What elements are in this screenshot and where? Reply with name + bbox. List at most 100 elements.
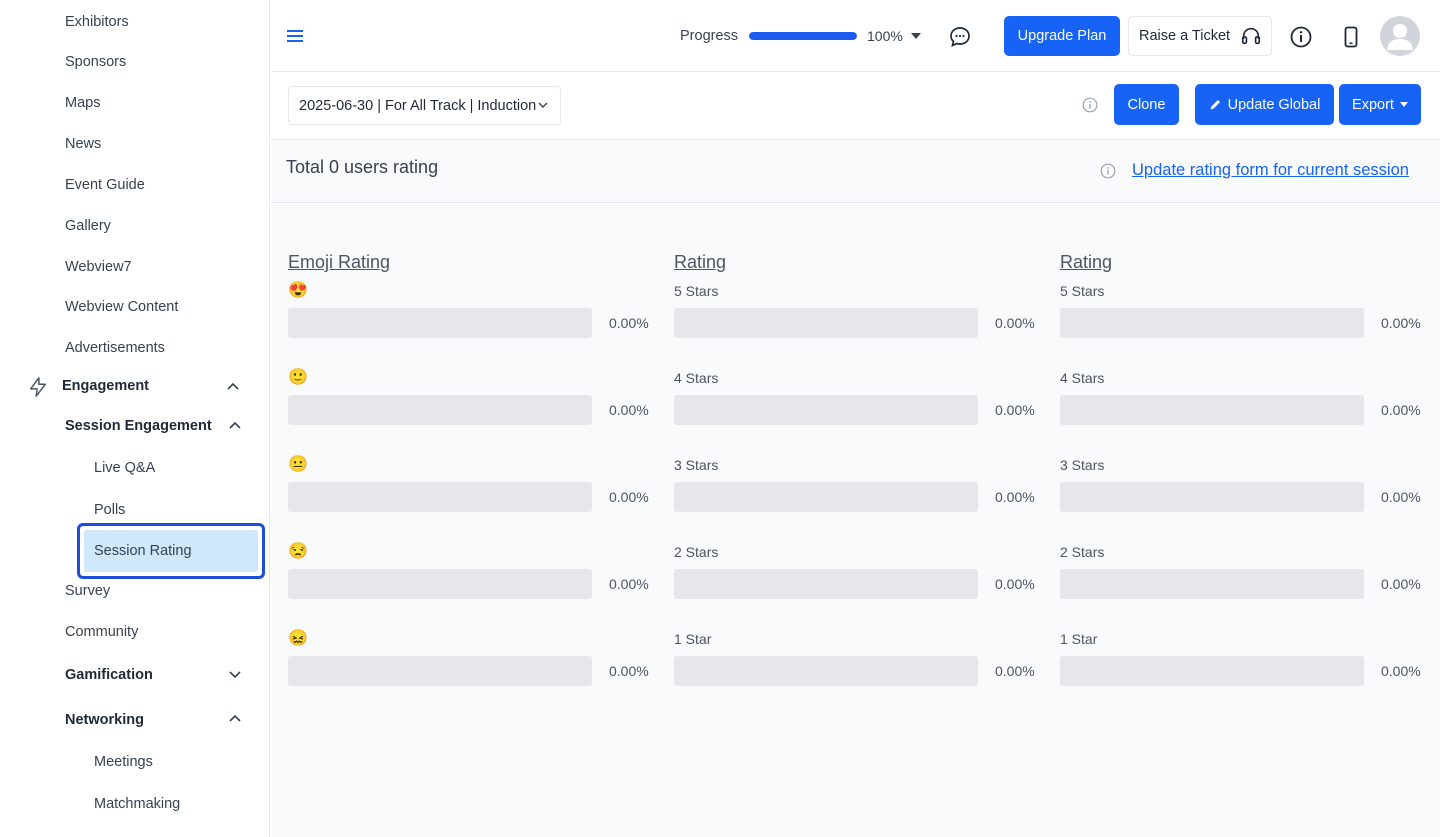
hamburger-menu-icon[interactable] bbox=[287, 28, 303, 44]
rating-percent: 0.00% bbox=[609, 315, 649, 331]
session-select[interactable]: 2025-06-30 | For All Track | Induction bbox=[288, 86, 561, 125]
rating-percent: 0.00% bbox=[609, 663, 649, 679]
rating-bar bbox=[674, 482, 978, 512]
update-global-button[interactable]: Update Global bbox=[1195, 84, 1334, 125]
sidebar-item-polls[interactable]: Polls bbox=[94, 502, 125, 518]
raise-ticket-button[interactable]: Raise a Ticket bbox=[1128, 16, 1272, 56]
clone-button[interactable]: Clone bbox=[1114, 84, 1179, 125]
rating-bar bbox=[674, 395, 978, 425]
rating-label: 1 Star bbox=[1060, 631, 1098, 647]
rating-percent: 0.00% bbox=[1381, 663, 1421, 679]
update-rating-form-link[interactable]: Update rating form for current session bbox=[1132, 161, 1409, 180]
rating-content-area bbox=[271, 204, 1440, 837]
emoji-unamused: 😒 bbox=[288, 543, 308, 560]
sidebar-item-survey[interactable]: Survey bbox=[65, 583, 110, 599]
rating-bar bbox=[674, 308, 978, 338]
rating-bar bbox=[1060, 308, 1364, 338]
sidebar-item-exhibitors[interactable]: Exhibitors bbox=[65, 14, 129, 30]
sidebar-item-community[interactable]: Community bbox=[65, 624, 138, 640]
rating-label: 2 Stars bbox=[674, 544, 719, 560]
sidebar-item-news[interactable]: News bbox=[65, 136, 101, 152]
sidebar-item-engagement[interactable]: Engagement bbox=[62, 378, 149, 394]
column-title-emoji-rating: Emoji Rating bbox=[288, 252, 391, 272]
sidebar-item-meetings[interactable]: Meetings bbox=[94, 754, 153, 770]
update-global-label: Update Global bbox=[1227, 96, 1321, 113]
rating-label: 3 Stars bbox=[1060, 457, 1105, 473]
rating-bar bbox=[1060, 569, 1364, 599]
emoji-confounded: 😖 bbox=[288, 630, 308, 647]
progress-label: Progress bbox=[680, 28, 739, 44]
rating-label: 3 Stars bbox=[674, 457, 719, 473]
sidebar-item-gallery[interactable]: Gallery bbox=[65, 218, 111, 234]
user-avatar[interactable] bbox=[1380, 16, 1420, 56]
rating-bar bbox=[288, 482, 592, 512]
emoji-slight-smile: 🙂 bbox=[288, 369, 308, 386]
sidebar: Exhibitors Sponsors Maps News Event Guid… bbox=[0, 0, 270, 837]
emoji-neutral: 😐 bbox=[288, 456, 308, 473]
sidebar-item-gamification[interactable]: Gamification bbox=[65, 667, 153, 683]
rating-percent: 0.00% bbox=[1381, 315, 1421, 331]
sidebar-item-networking[interactable]: Networking bbox=[65, 712, 144, 728]
rating-label: 1 Star bbox=[674, 631, 712, 647]
rating-percent: 0.00% bbox=[995, 489, 1035, 505]
sidebar-item-sponsors[interactable]: Sponsors bbox=[65, 54, 126, 70]
rating-bar bbox=[1060, 656, 1364, 686]
progress-bar bbox=[749, 32, 857, 40]
rating-bar bbox=[288, 569, 592, 599]
export-dropdown-button[interactable]: Export bbox=[1339, 84, 1421, 125]
chevron-down-icon bbox=[538, 102, 548, 108]
rating-label: 2 Stars bbox=[1060, 544, 1105, 560]
sidebar-item-session-rating[interactable]: Session Rating bbox=[94, 543, 192, 559]
total-users-rating: Total 0 users rating bbox=[286, 157, 439, 177]
rating-label: 5 Stars bbox=[674, 283, 719, 299]
chevron-down-icon[interactable] bbox=[228, 667, 242, 681]
user-silhouette-icon bbox=[1387, 24, 1413, 50]
rating-bar bbox=[674, 569, 978, 599]
rating-percent: 0.00% bbox=[995, 576, 1035, 592]
progress-percent: 100% bbox=[867, 28, 903, 44]
headset-icon bbox=[1242, 27, 1261, 45]
rating-bar bbox=[288, 308, 592, 338]
chevron-up-icon[interactable] bbox=[228, 712, 242, 726]
rating-bar bbox=[1060, 482, 1364, 512]
sidebar-item-live-qa[interactable]: Live Q&A bbox=[94, 460, 155, 476]
rating-label: 4 Stars bbox=[1060, 370, 1105, 386]
lightning-icon bbox=[29, 377, 47, 397]
rating-percent: 0.00% bbox=[1381, 402, 1421, 418]
emoji-heart-eyes: 😍 bbox=[288, 282, 308, 299]
rating-percent: 0.00% bbox=[1381, 489, 1421, 505]
chat-bubble-icon[interactable] bbox=[948, 25, 972, 49]
info-circle-icon bbox=[1082, 97, 1098, 113]
mobile-phone-icon[interactable] bbox=[1339, 25, 1363, 49]
rating-label: 4 Stars bbox=[674, 370, 719, 386]
rating-percent: 0.00% bbox=[1381, 576, 1421, 592]
rating-percent: 0.00% bbox=[995, 402, 1035, 418]
rating-percent: 0.00% bbox=[995, 315, 1035, 331]
caret-down-icon bbox=[1399, 101, 1408, 107]
progress-dropdown-caret-icon[interactable] bbox=[911, 33, 921, 39]
rating-bar bbox=[288, 395, 592, 425]
sidebar-item-webview7[interactable]: Webview7 bbox=[65, 259, 132, 275]
rating-bar bbox=[674, 656, 978, 686]
rating-percent: 0.00% bbox=[609, 402, 649, 418]
rating-percent: 0.00% bbox=[609, 576, 649, 592]
info-circle-icon bbox=[1100, 163, 1116, 179]
sidebar-item-event-guide[interactable]: Event Guide bbox=[65, 177, 145, 193]
info-circle-icon[interactable] bbox=[1289, 25, 1313, 49]
sidebar-item-session-engagement[interactable]: Session Engagement bbox=[65, 418, 212, 434]
sidebar-item-webview-content[interactable]: Webview Content bbox=[65, 299, 178, 315]
column-title-rating: Rating bbox=[1060, 252, 1113, 272]
progress-bar-fill bbox=[749, 32, 857, 40]
chevron-up-icon[interactable] bbox=[226, 380, 240, 394]
pencil-icon bbox=[1210, 99, 1220, 110]
sidebar-item-advertisements[interactable]: Advertisements bbox=[65, 340, 165, 356]
raise-ticket-label: Raise a Ticket bbox=[1139, 28, 1231, 44]
column-title-rating: Rating bbox=[674, 252, 727, 272]
sidebar-item-matchmaking[interactable]: Matchmaking bbox=[94, 796, 180, 812]
rating-percent: 0.00% bbox=[995, 663, 1035, 679]
rating-label: 5 Stars bbox=[1060, 283, 1105, 299]
sidebar-item-maps[interactable]: Maps bbox=[65, 95, 100, 111]
chevron-up-icon[interactable] bbox=[228, 419, 242, 433]
rating-bar bbox=[288, 656, 592, 686]
upgrade-plan-button[interactable]: Upgrade Plan bbox=[1004, 16, 1120, 56]
